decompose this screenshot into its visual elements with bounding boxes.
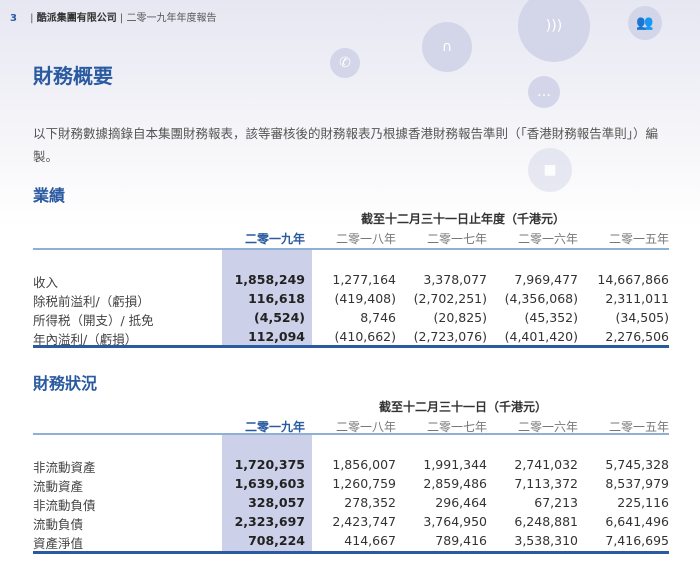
cell-value: 2,323,697: [234, 514, 305, 529]
year-header-row: 二零一九年 二零一八年 二零一七年 二零一六年 二零一五年: [33, 418, 669, 434]
cell-value: (4,524): [254, 310, 305, 325]
cell-value: 7,113,372: [514, 476, 578, 491]
cell-value: 3,764,950: [423, 514, 487, 529]
year-header-row: 二零一九年 二零一八年 二零一七年 二零一六年 二零一五年: [33, 230, 669, 246]
cell-value: 3,538,310: [514, 533, 578, 548]
page-title: 財務概要: [33, 64, 113, 88]
cell-value: 708,224: [248, 533, 305, 548]
cell-value: 1,639,603: [234, 476, 305, 491]
cell-value: (2,723,076): [413, 329, 487, 344]
table-caption: 截至十二月三十一日止年度（千港元）: [360, 212, 565, 226]
cell-value: 789,416: [435, 533, 487, 548]
phone-icon: ✆: [330, 48, 360, 78]
report-name: 二零一九年年度報告: [126, 13, 217, 24]
cell-value: 414,667: [344, 533, 396, 548]
results-table: 截至十二月三十一日止年度（千港元） 二零一九年 二零一八年 二零一七年 二零一六年 二零一…: [33, 210, 669, 350]
chat-icon: …: [528, 76, 560, 108]
results-heading: 業績: [33, 186, 66, 205]
cell-value: (419,408): [334, 291, 396, 306]
wifi-icon: ))): [518, 0, 590, 62]
header-divider: [33, 433, 669, 435]
cell-value: 1,720,375: [234, 457, 305, 472]
intro-paragraph: 以下財務數據摘錄自本集團財務報表，該等審核後的財務報表乃根據香港財務報告準則（「…: [33, 126, 659, 164]
cell-value: 2,741,032: [514, 457, 578, 472]
cell-value: 7,416,695: [605, 533, 669, 548]
cell-value: 7,969,477: [514, 272, 578, 287]
table-bottom-rule: [33, 551, 669, 554]
cell-value: 278,352: [344, 495, 396, 510]
year-header: 二零一五年: [608, 232, 669, 246]
year-header: 二零一八年: [335, 232, 396, 246]
cell-value: 116,618: [248, 291, 305, 306]
row-label: 流動資產: [33, 479, 84, 494]
people-icon: 👥: [628, 6, 662, 40]
cell-value: (410,662): [334, 329, 396, 344]
row-label: 非流動負債: [33, 498, 96, 513]
cell-value: 2,276,506: [605, 329, 669, 344]
table-row: 除税前溢利/（虧損） 116,618 (419,408) (2,702,251) (4,…: [33, 291, 669, 309]
cell-value: 6,641,496: [605, 514, 669, 529]
cell-value: (4,401,420): [504, 329, 578, 344]
page-header: 3 | 酷派集團有限公司 | 二零一九年年度報告: [10, 9, 216, 24]
cell-value: 2,423,747: [332, 514, 396, 529]
page-number: 3: [10, 13, 17, 24]
cell-value: 14,667,866: [597, 272, 669, 287]
cell-value: 225,116: [617, 495, 669, 510]
table-row: 收入 1,858,249 1,277,164 3,378,077 7,969,477 14…: [33, 272, 669, 290]
table-row: 流動資產 1,639,603 1,260,759 2,859,486 7,113,372…: [33, 476, 669, 494]
cell-value: 112,094: [248, 329, 305, 344]
cell-value: 1,858,249: [234, 272, 305, 287]
table-row: 流動負債 2,323,697 2,423,747 3,764,950 6,248,881…: [33, 514, 669, 532]
cell-value: 1,991,344: [423, 457, 487, 472]
separator: |: [116, 13, 127, 24]
year-header: 二零一七年: [426, 232, 487, 246]
cell-value: 8,537,979: [605, 476, 669, 491]
cell-value: 1,277,164: [332, 272, 396, 287]
cell-value: 328,057: [248, 495, 305, 510]
cell-value: (4,356,068): [504, 291, 578, 306]
cell-value: 1,260,759: [332, 476, 396, 491]
cell-value: (2,702,251): [413, 291, 487, 306]
cell-value: 1,856,007: [332, 457, 396, 472]
row-label: 資產淨值: [33, 536, 84, 551]
cell-value: 5,745,328: [605, 457, 669, 472]
cell-value: 6,248,881: [514, 514, 578, 529]
financial-position-heading: 財務狀況: [33, 374, 98, 393]
financial-position-table: 截至十二月三十一日（千港元） 二零一九年 二零一八年 二零一七年 二零一六年 二零一五年非…: [33, 398, 669, 558]
cell-value: 296,464: [435, 495, 487, 510]
year-header: 二零一六年: [517, 232, 578, 246]
company-name: 酷派集團有限公司: [36, 13, 117, 24]
row-label: 流動負債: [33, 517, 84, 532]
table-bottom-rule: [33, 345, 669, 348]
cell-value: (34,505): [615, 310, 670, 325]
year-header: 二零一九年: [244, 232, 305, 246]
cell-value: 2,859,486: [423, 476, 487, 491]
table-row: 非流動負債 328,057 278,352 296,464 67,213 225,116: [33, 495, 669, 513]
row-label: 非流動資產: [33, 460, 96, 475]
cell-value: (20,825): [433, 310, 488, 325]
row-label: 收入: [33, 275, 59, 290]
row-label: 所得税（開支）/ 抵免: [33, 313, 154, 328]
header-divider: [33, 248, 669, 250]
cell-value: 8,746: [360, 310, 396, 325]
table-caption: 截至十二月三十一日（千港元）: [378, 400, 547, 414]
cell-value: (45,352): [524, 310, 579, 325]
headphones-icon: ∩: [422, 22, 472, 72]
cell-value: 67,213: [534, 495, 578, 510]
cell-value: 2,311,011: [605, 291, 669, 306]
table-row: 非流動資產 1,720,375 1,856,007 1,991,344 2,741,03…: [33, 457, 669, 475]
table-row: 所得税（開支）/ 抵免 (4,524) 8,746 (20,825) (45,352) (…: [33, 310, 669, 328]
row-label: 除税前溢利/（虧損）: [33, 294, 150, 309]
table-row: 資產淨值 708,224 414,667 789,416 3,538,310 7,416,…: [33, 533, 669, 551]
cell-value: 3,378,077: [423, 272, 487, 287]
